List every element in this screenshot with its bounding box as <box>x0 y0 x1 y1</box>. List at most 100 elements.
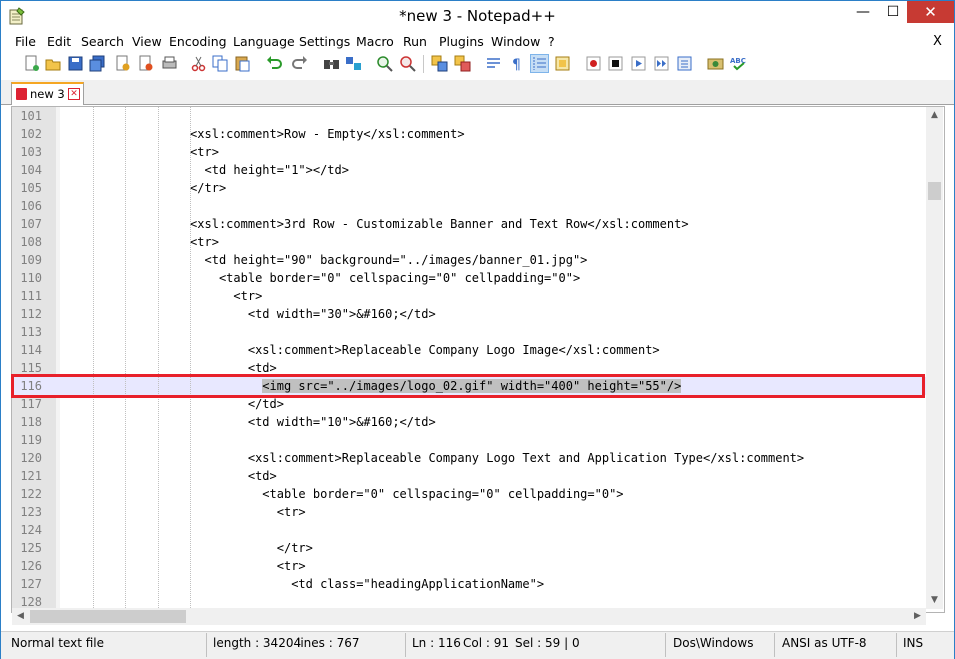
menu-file[interactable]: File <box>15 34 36 49</box>
scroll-down-icon[interactable]: ▼ <box>926 592 943 609</box>
vertical-scrollbar[interactable]: ▲ ▼ <box>926 107 943 609</box>
tab-new-3[interactable]: new 3 ✕ <box>11 82 84 105</box>
code-line[interactable]: 126 <tr> <box>12 557 927 575</box>
play-macro-icon[interactable] <box>630 55 647 72</box>
code-line[interactable]: 110 <table border="0" cellspacing="0" ce… <box>12 269 927 287</box>
code-line[interactable]: 112 <td width="30">&#160;</td> <box>12 305 927 323</box>
code-line[interactable]: 118 <td width="10">&#160;</td> <box>12 413 927 431</box>
code-line[interactable]: 106 <box>12 197 927 215</box>
redo-icon[interactable] <box>291 55 308 72</box>
paste-icon[interactable] <box>234 55 251 72</box>
line-text[interactable]: <xsl:comment>Row - Empty</xsl:comment> <box>60 125 465 143</box>
launch-browser-icon[interactable] <box>707 55 724 72</box>
close-window-button[interactable]: ✕ <box>907 1 954 23</box>
menu-run[interactable]: Run <box>403 34 427 49</box>
save-all-icon[interactable] <box>89 55 106 72</box>
code-line[interactable]: 123 <tr> <box>12 503 927 521</box>
horizontal-scroll-thumb[interactable] <box>30 610 186 623</box>
code-line[interactable]: 107 <xsl:comment>3rd Row - Customizable … <box>12 215 927 233</box>
menu-encoding[interactable]: Encoding <box>169 34 227 49</box>
tab-close-icon[interactable]: ✕ <box>68 88 80 100</box>
line-text[interactable]: <td width="10">&#160;</td> <box>60 413 436 431</box>
menu-language[interactable]: Language <box>233 34 295 49</box>
vertical-scroll-thumb[interactable] <box>928 182 941 200</box>
menu-search[interactable]: Search <box>81 34 124 49</box>
zoom-in-icon[interactable] <box>376 55 393 72</box>
line-text[interactable]: <xsl:comment>Replaceable Company Logo Im… <box>60 341 660 359</box>
sync-vertical-icon[interactable] <box>431 55 448 72</box>
menu-help[interactable]: ? <box>548 34 555 49</box>
scroll-right-icon[interactable]: ▶ <box>909 608 926 625</box>
code-line[interactable]: 109 <td height="90" background="../image… <box>12 251 927 269</box>
find-icon[interactable] <box>323 55 340 72</box>
maximize-button[interactable]: ☐ <box>877 1 909 23</box>
copy-icon[interactable] <box>212 55 229 72</box>
line-text[interactable]: <td class="headingApplicationName"> <box>60 575 544 593</box>
cut-icon[interactable] <box>190 55 207 72</box>
code-line[interactable]: 115 <td> <box>12 359 927 377</box>
line-text[interactable]: <table border="0" cellspacing="0" cellpa… <box>60 485 623 503</box>
code-line[interactable]: 105 </tr> <box>12 179 927 197</box>
code-line[interactable]: 116 <img src="../images/logo_02.gif" wid… <box>12 377 927 395</box>
spellcheck-icon[interactable]: ABC <box>730 55 747 72</box>
line-text[interactable]: </tr> <box>60 539 313 557</box>
code-line[interactable]: 103 <tr> <box>12 143 927 161</box>
line-text[interactable]: <tr> <box>60 233 219 251</box>
line-text[interactable]: <tr> <box>60 503 306 521</box>
close-document-button[interactable]: X <box>933 34 942 49</box>
code-line[interactable]: 101 <box>12 107 927 125</box>
line-text[interactable]: <td height="1"></td> <box>60 161 349 179</box>
line-text[interactable]: <tr> <box>60 143 219 161</box>
code-line[interactable]: 119 <box>12 431 927 449</box>
line-text[interactable]: <img src="../images/logo_02.gif" width="… <box>60 377 682 395</box>
scroll-up-icon[interactable]: ▲ <box>926 107 943 124</box>
code-line[interactable]: 121 <td> <box>12 467 927 485</box>
line-text[interactable]: </tr> <box>60 179 226 197</box>
editor-area[interactable]: 101 102 <xsl:comment>Row - Empty</xsl:com… <box>11 106 945 613</box>
menu-view[interactable]: View <box>132 34 162 49</box>
word-wrap-icon[interactable] <box>485 55 502 72</box>
open-file-icon[interactable] <box>45 55 62 72</box>
new-file-icon[interactable] <box>23 55 40 72</box>
code-line[interactable]: 122 <table border="0" cellspacing="0" ce… <box>12 485 927 503</box>
menu-settings[interactable]: Settings <box>299 34 350 49</box>
menu-plugins[interactable]: Plugins <box>439 34 484 49</box>
code-line[interactable]: 111 <tr> <box>12 287 927 305</box>
line-text[interactable]: <xsl:comment>3rd Row - Customizable Bann… <box>60 215 689 233</box>
record-macro-icon[interactable] <box>585 55 602 72</box>
indent-guide-icon[interactable] <box>530 54 549 73</box>
code-line[interactable]: 120 <xsl:comment>Replaceable Company Log… <box>12 449 927 467</box>
code-line[interactable]: 114 <xsl:comment>Replaceable Company Log… <box>12 341 927 359</box>
undo-icon[interactable] <box>266 55 283 72</box>
close-all-icon[interactable] <box>137 55 154 72</box>
stop-macro-icon[interactable] <box>607 55 624 72</box>
code-line[interactable]: 127 <td class="headingApplicationName"> <box>12 575 927 593</box>
code-line[interactable]: 108 <tr> <box>12 233 927 251</box>
code-line[interactable]: 117 </td> <box>12 395 927 413</box>
close-icon[interactable] <box>114 55 131 72</box>
menu-window[interactable]: Window <box>491 34 540 49</box>
menu-macro[interactable]: Macro <box>356 34 394 49</box>
code-lines[interactable]: 101 102 <xsl:comment>Row - Empty</xsl:com… <box>12 107 927 612</box>
print-icon[interactable] <box>161 55 178 72</box>
replace-icon[interactable] <box>345 55 362 72</box>
save-icon[interactable] <box>67 55 84 72</box>
show-all-chars-icon[interactable]: ¶ <box>508 55 525 72</box>
save-macro-icon[interactable] <box>676 55 693 72</box>
sync-horizontal-icon[interactable] <box>454 55 471 72</box>
line-text[interactable]: <table border="0" cellspacing="0" cellpa… <box>60 269 580 287</box>
doc-map-icon[interactable] <box>554 55 571 72</box>
line-text[interactable]: <td height="90" background="../images/ba… <box>60 251 587 269</box>
code-line[interactable]: 104 <td height="1"></td> <box>12 161 927 179</box>
code-line[interactable]: 113 <box>12 323 927 341</box>
run-macro-multiple-icon[interactable] <box>653 55 670 72</box>
line-text[interactable]: <tr> <box>60 287 262 305</box>
menu-edit[interactable]: Edit <box>47 34 71 49</box>
minimize-button[interactable]: — <box>847 1 879 23</box>
code-line[interactable]: 125 </tr> <box>12 539 927 557</box>
zoom-out-icon[interactable] <box>399 55 416 72</box>
line-text[interactable]: <xsl:comment>Replaceable Company Logo Te… <box>60 449 804 467</box>
code-line[interactable]: 124 <box>12 521 927 539</box>
line-text[interactable]: <td width="30">&#160;</td> <box>60 305 436 323</box>
scroll-left-icon[interactable]: ◀ <box>12 608 29 625</box>
